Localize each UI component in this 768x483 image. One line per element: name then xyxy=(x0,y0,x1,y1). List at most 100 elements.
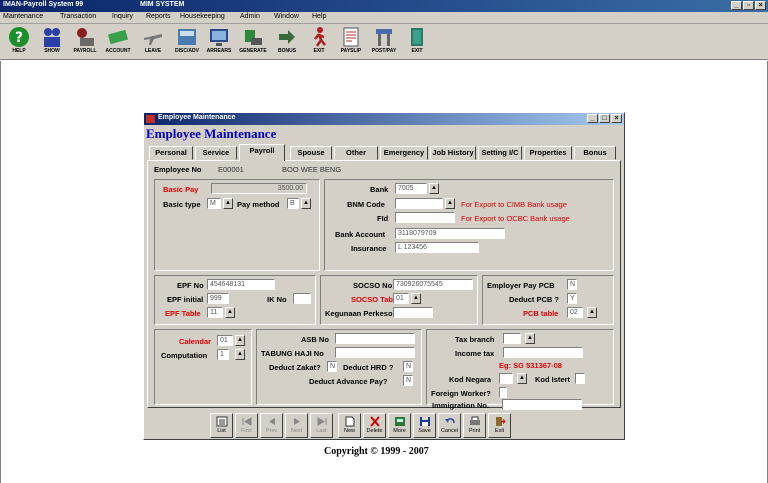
deduct-pcb-field[interactable]: Y xyxy=(567,293,577,304)
first-button[interactable]: First xyxy=(235,413,258,438)
socso-no-field[interactable]: 730926075545 xyxy=(393,279,473,290)
computation-field[interactable]: 1 xyxy=(217,349,229,360)
socso-table-label: SOCSO Table xyxy=(351,295,400,304)
foreign-worker-field[interactable] xyxy=(499,387,507,398)
tab-other[interactable]: Other xyxy=(334,146,378,160)
fid-field[interactable] xyxy=(395,212,455,223)
basic-pay-group: Basic Pay 3500.00 Basic type M ▲ Pay met… xyxy=(154,179,320,271)
tax-branch-dropdown-button[interactable]: ▲ xyxy=(525,333,535,344)
immigration-no-field[interactable] xyxy=(502,399,582,410)
employer-pay-pcb-field[interactable]: N xyxy=(567,279,577,290)
deduct-hrd-field[interactable]: N xyxy=(403,361,413,372)
bank-dropdown-button[interactable]: ▲ xyxy=(429,183,439,194)
restore-button[interactable]: ▫ xyxy=(743,1,754,10)
tab-emergency[interactable]: Emergency xyxy=(380,146,428,160)
print-button[interactable]: Print xyxy=(463,413,486,438)
save-button[interactable]: Save xyxy=(413,413,436,438)
socso-table-dropdown-button[interactable]: ▲ xyxy=(411,293,421,304)
asb-no-field[interactable] xyxy=(335,333,415,344)
employer-pay-pcb-label: Employer Pay PCB xyxy=(487,281,555,290)
copyright-text: Copyright © 1999 - 2007 xyxy=(324,446,429,457)
ik-no-field[interactable] xyxy=(293,293,311,304)
toolbar-payroll-button[interactable]: PAYROLL xyxy=(70,26,100,58)
door-exit-icon xyxy=(411,28,423,46)
exit-button[interactable]: Exit xyxy=(488,413,511,438)
tab-properties[interactable]: Properties xyxy=(524,146,572,160)
menu-help[interactable]: Help xyxy=(312,13,326,20)
new-button[interactable]: New xyxy=(338,413,361,438)
epf-initial-field[interactable]: 999 xyxy=(207,293,229,304)
kod-istert-field[interactable] xyxy=(575,373,585,384)
toolbar-bonus-button[interactable]: BONUS xyxy=(272,26,302,58)
toolbar-exit-person-button[interactable]: EXIT xyxy=(304,26,334,58)
bnm-code-field[interactable] xyxy=(395,198,443,209)
basic-type-field[interactable]: M xyxy=(207,198,221,209)
tab-job-history[interactable]: Job History xyxy=(430,146,476,160)
toolbar-show-button[interactable]: SHOW xyxy=(37,26,67,58)
tab-spouse[interactable]: Spouse xyxy=(290,146,332,160)
more-button[interactable]: More xyxy=(388,413,411,438)
calendar-dropdown-button[interactable]: ▲ xyxy=(235,335,245,346)
help-icon: ? xyxy=(9,27,29,47)
basic-type-dropdown-button[interactable]: ▲ xyxy=(223,198,233,209)
tab-personal[interactable]: Personal xyxy=(149,146,193,160)
toolbar-arrears-button[interactable]: ARREARS xyxy=(204,26,234,58)
menu-reports[interactable]: Reports xyxy=(146,13,171,20)
kod-negara-dropdown-button[interactable]: ▲ xyxy=(517,373,527,384)
list-button[interactable]: List xyxy=(210,413,233,438)
cancel-button[interactable]: Cancel xyxy=(438,413,461,438)
menu-window[interactable]: Window xyxy=(274,13,299,20)
epf-table-field[interactable]: 11 xyxy=(207,307,223,318)
bnm-code-dropdown-button[interactable]: ▲ xyxy=(445,198,455,209)
socso-table-field[interactable]: 01 xyxy=(393,293,409,304)
pcb-table-dropdown-button[interactable]: ▲ xyxy=(587,307,597,318)
kegunaan-perkeso-field[interactable] xyxy=(393,307,433,318)
menu-housekeeping[interactable]: Housekeeping xyxy=(180,13,225,20)
insurance-field[interactable]: L 123456 xyxy=(395,242,479,253)
menu-admin[interactable]: Admin xyxy=(240,13,260,20)
tax-branch-field[interactable] xyxy=(503,333,521,344)
close-button[interactable]: × xyxy=(755,1,766,10)
tab-service[interactable]: Service xyxy=(195,146,237,160)
pcb-table-field[interactable]: 02 xyxy=(567,307,583,318)
dialog-minimize-button[interactable]: _ xyxy=(587,114,598,123)
kod-negara-field[interactable] xyxy=(499,373,513,384)
toolbar-disc-adv-button[interactable]: DISC/ADV xyxy=(172,26,202,58)
menu-maintenance[interactable]: Maintenance xyxy=(3,13,43,20)
tab-payroll[interactable]: Payroll xyxy=(239,144,285,161)
plane-icon xyxy=(144,34,162,45)
toolbar-help-button[interactable]: ? HELP xyxy=(4,26,34,58)
bank-account-field[interactable]: 3118079709 xyxy=(395,228,505,239)
income-tax-field[interactable] xyxy=(503,347,583,358)
bank-field[interactable]: 7005 xyxy=(395,183,427,194)
menu-inquiry[interactable]: Inquiry xyxy=(112,13,133,20)
next-button[interactable]: Next xyxy=(285,413,308,438)
toolbar-exit-button[interactable]: EXIT xyxy=(402,26,432,58)
toolbar-payslip-button[interactable]: PAYSLIP xyxy=(336,26,366,58)
dialog-maximize-button[interactable]: □ xyxy=(599,114,610,123)
dialog-close-button[interactable]: × xyxy=(611,114,622,123)
prev-button[interactable]: Prev xyxy=(260,413,283,438)
menu-transaction[interactable]: Transaction xyxy=(60,13,96,20)
calendar-field[interactable]: 01 xyxy=(217,335,233,346)
toolbar-account-button[interactable]: ACCOUNT xyxy=(103,26,133,58)
toolbar-post-pay-button[interactable]: POST/PAY xyxy=(369,26,399,58)
last-button[interactable]: Last xyxy=(310,413,333,438)
deduct-advance-field[interactable]: N xyxy=(403,375,413,386)
income-tax-example: Eg: SG 531367-08 xyxy=(499,361,562,370)
toolbar-generate-button[interactable]: GENERATE xyxy=(238,26,268,58)
tab-setting-ic[interactable]: Setting I/C xyxy=(478,146,522,160)
epf-table-dropdown-button[interactable]: ▲ xyxy=(225,307,235,318)
delete-button[interactable]: Delete xyxy=(363,413,386,438)
tabung-haji-field[interactable] xyxy=(335,347,415,358)
tab-bonus[interactable]: Bonus xyxy=(574,146,616,160)
pay-method-field[interactable]: B xyxy=(287,198,299,209)
bank-label: Bank xyxy=(370,185,389,194)
epf-no-field[interactable]: 454648131 xyxy=(207,279,275,290)
minimize-button[interactable]: _ xyxy=(731,1,742,10)
deduct-zakat-field[interactable]: N xyxy=(327,361,337,372)
basic-pay-field[interactable]: 3500.00 xyxy=(211,183,307,194)
pay-method-dropdown-button[interactable]: ▲ xyxy=(301,198,311,209)
computation-dropdown-button[interactable]: ▲ xyxy=(235,349,245,360)
toolbar-leave-button[interactable]: LEAVE xyxy=(138,26,168,58)
